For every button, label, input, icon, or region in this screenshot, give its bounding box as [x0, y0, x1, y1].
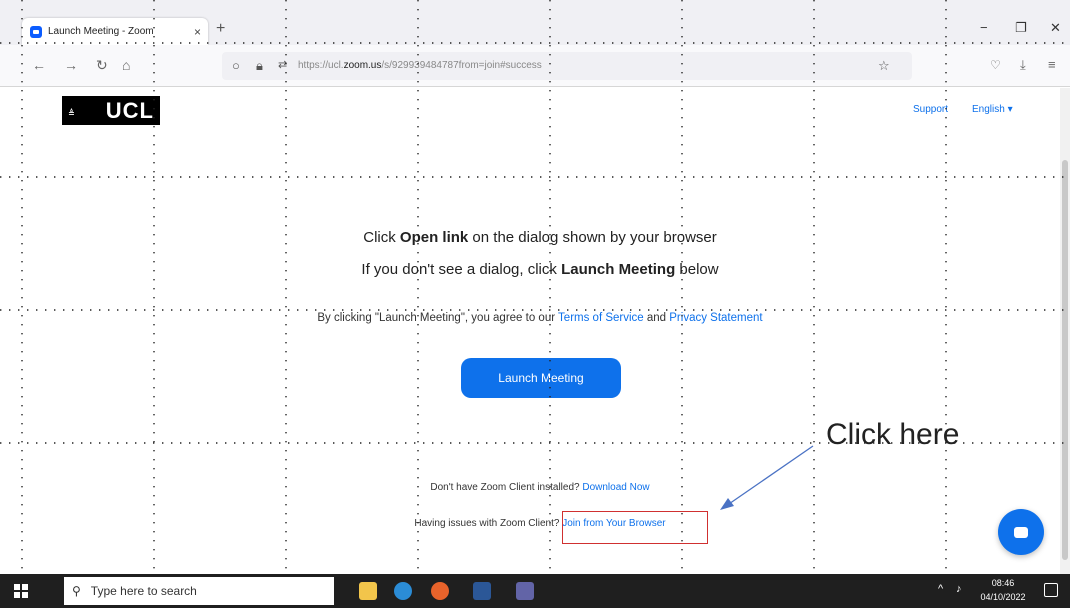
word-icon	[473, 582, 491, 600]
zoom-launch-page: ≜ UCL Support English ▾ Click Open link …	[0, 88, 1060, 574]
windows-logo-icon	[14, 584, 28, 598]
firefox-icon	[431, 582, 449, 600]
clock-date: 04/10/2022	[980, 592, 1026, 602]
address-bar[interactable]: ○ 🔒︎ ⇄ https://ucl.zoom.us/s/92993948478…	[222, 52, 912, 80]
home-icon[interactable]: ⌂	[122, 56, 130, 74]
search-icon: ⚲	[72, 584, 81, 598]
taskbar-search[interactable]: ⚲ Type here to search	[64, 577, 334, 605]
chat-bubble-button[interactable]	[998, 509, 1044, 555]
scrollbar-thumb[interactable]	[1062, 160, 1068, 560]
download-icon[interactable]: ⤓	[1020, 56, 1026, 74]
lock-icon[interactable]: 🔒︎	[256, 58, 263, 74]
edge-icon	[394, 582, 412, 600]
terms-of-service-link[interactable]: Terms of Service	[558, 312, 644, 324]
browser-tab-strip: Launch Meeting - Zoom × + − ❐ ✕	[0, 0, 1070, 45]
start-button[interactable]	[0, 574, 42, 608]
terms-agreement: By clicking "Launch Meeting", you agree …	[317, 312, 763, 324]
download-now-link[interactable]: Download Now	[582, 482, 649, 493]
language-selector[interactable]: English ▾	[972, 104, 1013, 115]
clock-time: 08:46	[991, 578, 1015, 588]
pocket-icon[interactable]: ♡	[990, 56, 1001, 74]
issues-prompt: Having issues with Zoom Client? Join fro…	[414, 518, 666, 529]
ucl-logo-text: UCL	[105, 98, 154, 123]
taskbar-file-explorer[interactable]	[353, 577, 383, 605]
privacy-statement-link[interactable]: Privacy Statement	[669, 312, 762, 324]
annotation-highlight-box	[562, 511, 708, 544]
download-prompt: Don't have Zoom Client installed? Downlo…	[430, 482, 650, 493]
forward-arrow-icon[interactable]: →	[64, 56, 78, 74]
windows-taskbar: ⚲ Type here to search ^ ♪ 08:46 04/10/20…	[0, 574, 1070, 608]
ucl-logo-mark-icon: ≜	[68, 109, 76, 118]
menu-icon[interactable]: ≡	[1048, 56, 1056, 74]
tray-chevron-icon[interactable]: ^	[938, 583, 943, 595]
reload-icon[interactable]: ↻	[96, 56, 108, 74]
taskbar-teams[interactable]	[510, 577, 540, 605]
shield-icon[interactable]: ○	[232, 58, 240, 73]
volume-icon[interactable]: ♪	[956, 583, 962, 595]
bookmark-star-icon[interactable]: ☆	[878, 58, 890, 74]
search-placeholder: Type here to search	[90, 584, 197, 598]
notifications-icon[interactable]	[1044, 583, 1058, 597]
close-window-button[interactable]: ✕	[1050, 20, 1061, 36]
ucl-logo: ≜ UCL	[62, 96, 160, 125]
tab-title: Launch Meeting - Zoom	[48, 26, 154, 37]
browser-tab-zoom[interactable]: Launch Meeting - Zoom ×	[22, 18, 208, 45]
launch-meeting-button[interactable]: Launch Meeting	[461, 358, 621, 398]
taskbar-word[interactable]	[467, 577, 497, 605]
browser-toolbar: ← → ↻ ⌂ ○ 🔒︎ ⇄ https://ucl.zoom.us/s/929…	[0, 45, 1070, 87]
tab-close-icon[interactable]: ×	[194, 25, 201, 39]
teams-icon	[516, 582, 534, 600]
taskbar-edge[interactable]	[388, 577, 418, 605]
screen: Launch Meeting - Zoom × + − ❐ ✕ ← → ↻ ⌂ …	[0, 0, 1070, 608]
permissions-icon[interactable]: ⇄	[278, 58, 287, 71]
support-link[interactable]: Support	[913, 104, 948, 115]
annotation-arrow	[720, 445, 814, 510]
minimize-button[interactable]: −	[980, 20, 988, 35]
zoom-favicon-icon	[30, 25, 42, 38]
maximize-button[interactable]: ❐	[1015, 20, 1027, 36]
new-tab-button[interactable]: +	[216, 20, 225, 38]
open-link-instruction: Click Open link on the dialog shown by y…	[363, 229, 717, 246]
launch-instruction: If you don't see a dialog, click Launch …	[361, 261, 719, 278]
back-arrow-icon[interactable]: ←	[32, 56, 46, 74]
taskbar-firefox[interactable]	[425, 577, 455, 605]
file-explorer-icon	[359, 582, 377, 600]
taskbar-clock[interactable]: 08:46 04/10/2022	[976, 576, 1030, 604]
annotation-click-here: Click here	[826, 418, 960, 451]
url-text: https://ucl.zoom.us/s/929939484787from=j…	[298, 60, 542, 71]
